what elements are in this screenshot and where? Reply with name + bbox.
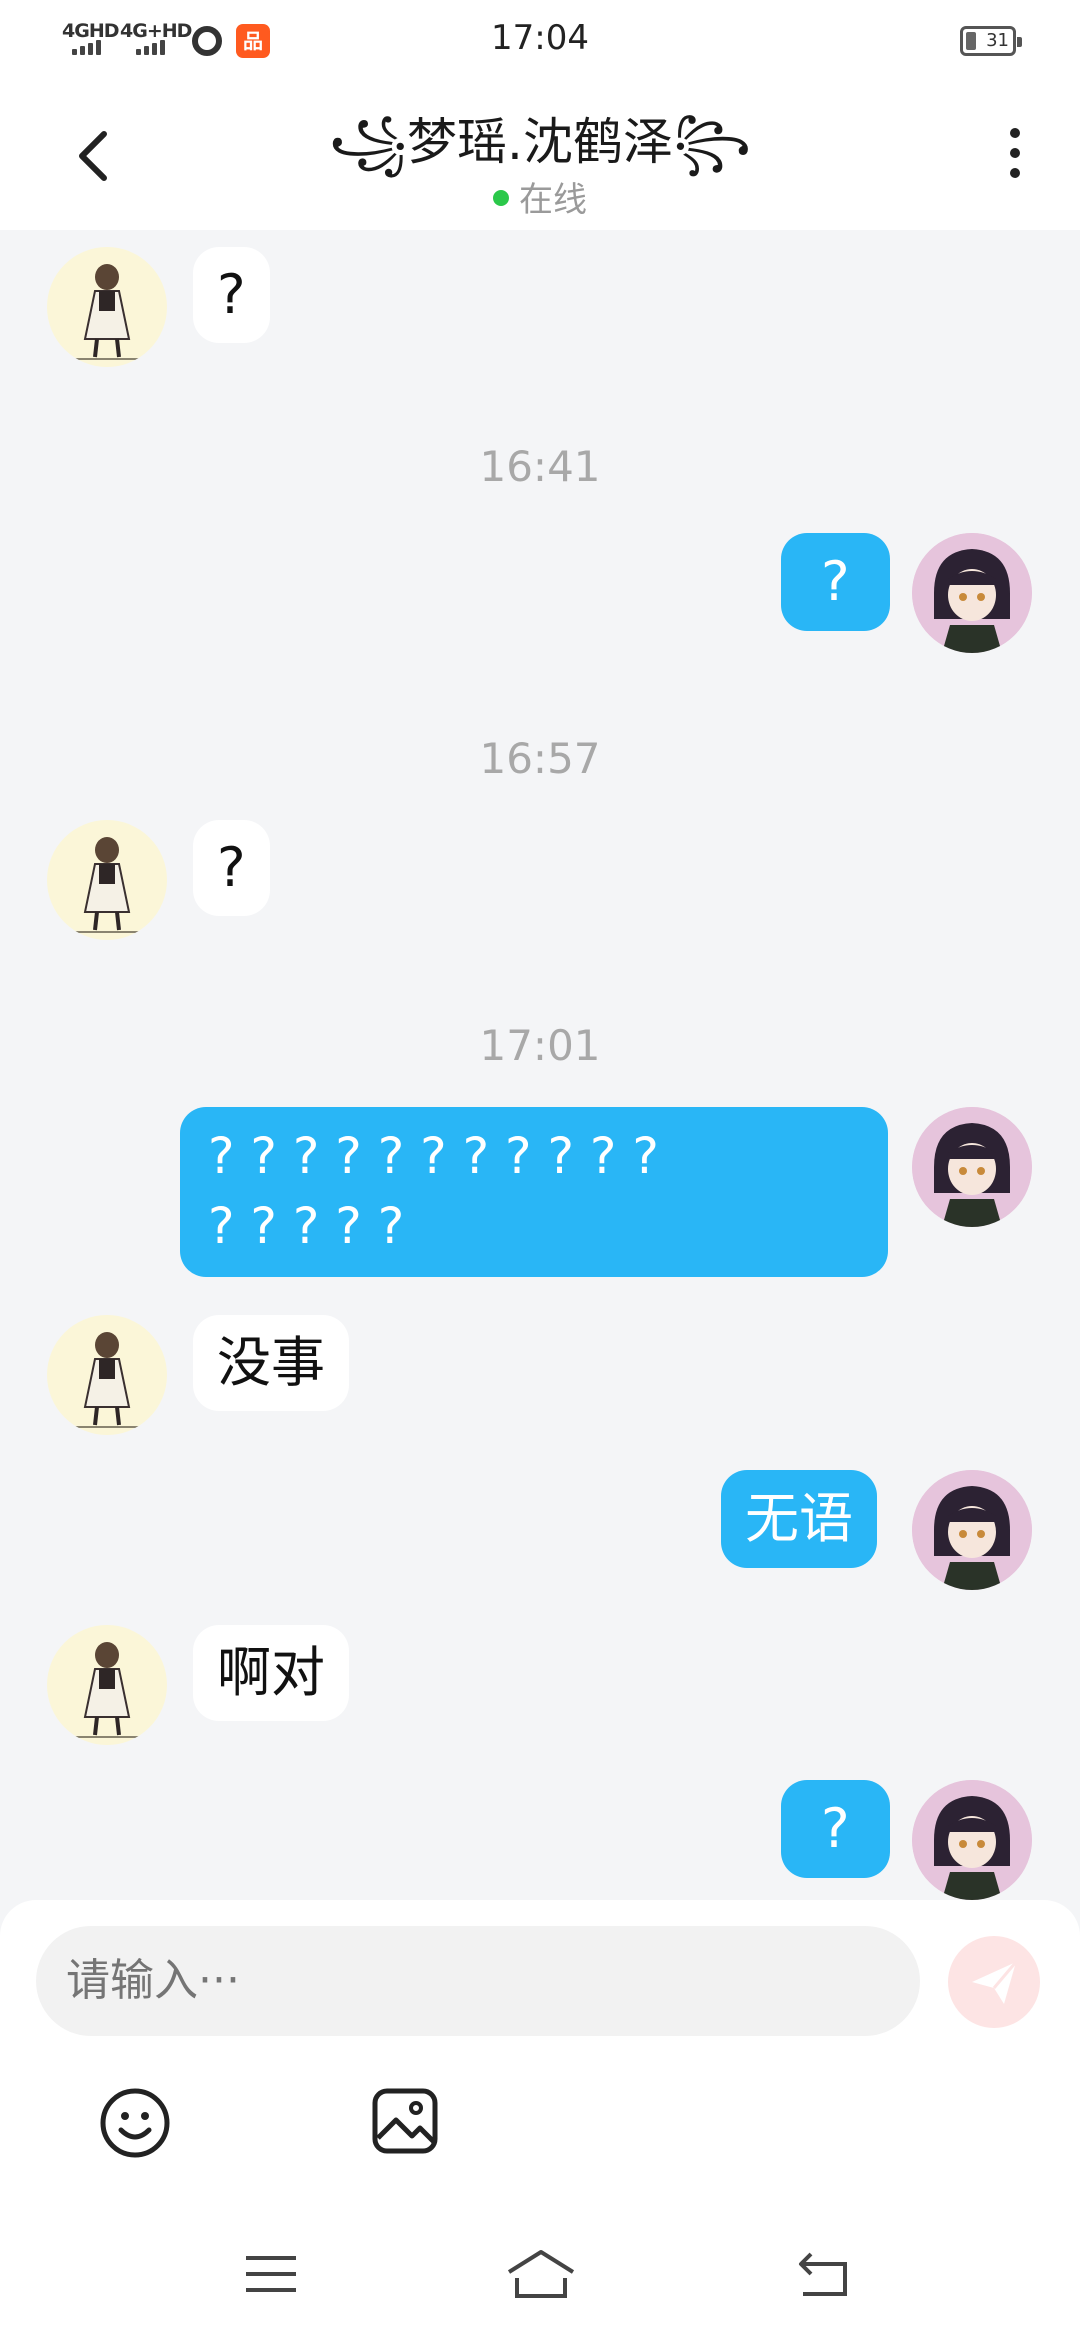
emoji-button[interactable] — [98, 2086, 172, 2160]
nav-back-button[interactable] — [795, 2250, 851, 2298]
image-button[interactable] — [370, 2086, 440, 2156]
online-status-label: 在线 — [519, 180, 587, 220]
nav-home-button[interactable] — [505, 2248, 577, 2300]
more-vertical-icon — [1000, 128, 1030, 178]
maid-girl-avatar-icon — [67, 1332, 147, 1428]
received-message-bubble[interactable]: 啊对 — [193, 1625, 349, 1721]
my-avatar[interactable] — [912, 533, 1032, 653]
sent-message-bubble[interactable]: ? — [781, 1780, 890, 1878]
online-dot-icon — [493, 189, 509, 206]
received-message-bubble[interactable]: ? — [193, 820, 270, 916]
received-message-bubble[interactable]: 没事 — [193, 1315, 349, 1411]
message-input[interactable] — [36, 1926, 920, 2036]
my-avatar[interactable] — [912, 1107, 1032, 1227]
system-nav-bar — [0, 2220, 1080, 2340]
contact-avatar[interactable] — [47, 1315, 167, 1435]
maid-girl-avatar-icon — [67, 264, 147, 360]
status-bar: 4GHD 4G+HD 品 17:04 31 — [0, 0, 1080, 80]
anime-girl-avatar-icon — [912, 1470, 1032, 1590]
message-list[interactable]: ? 16:41 ? 16:57 ? 17:01 ? ? ? ? ? ? ? ? … — [0, 230, 1080, 1900]
home-icon — [507, 2250, 575, 2298]
my-avatar[interactable] — [912, 1780, 1032, 1900]
anime-girl-avatar-icon — [912, 1107, 1032, 1227]
message-timestamp: 17:01 — [479, 1021, 601, 1070]
paper-plane-icon — [972, 1961, 1018, 2004]
online-status: 在线 — [0, 172, 1080, 221]
maid-girl-avatar-icon — [67, 837, 147, 933]
smiley-icon — [100, 2088, 170, 2158]
contact-avatar[interactable] — [47, 820, 167, 940]
my-avatar[interactable] — [912, 1470, 1032, 1590]
message-timestamp: 16:57 — [479, 734, 601, 783]
status-time: 17:04 — [491, 18, 589, 58]
sent-message-bubble[interactable]: ? — [781, 533, 890, 631]
menu-icon — [246, 2256, 296, 2292]
composer — [0, 1900, 1080, 2340]
contact-avatar[interactable] — [47, 247, 167, 367]
maid-girl-avatar-icon — [67, 1642, 147, 1738]
sent-message-bubble[interactable]: ? ? ? ? ? ? ? ? ? ? ? ? ? ? ? ? — [180, 1107, 888, 1277]
more-options-button[interactable] — [1000, 128, 1030, 188]
contact-avatar[interactable] — [47, 1625, 167, 1745]
send-button[interactable] — [948, 1936, 1040, 2028]
message-timestamp: 16:41 — [479, 442, 601, 491]
chat-header: ꧁梦瑶.沈鹤泽꧂ 在线 — [0, 80, 1080, 230]
anime-girl-avatar-icon — [912, 1780, 1032, 1900]
received-message-bubble[interactable]: ? — [193, 247, 270, 343]
nav-menu-button[interactable] — [244, 2252, 298, 2296]
anime-girl-avatar-icon — [912, 533, 1032, 653]
sent-message-bubble[interactable]: 无语 — [721, 1470, 877, 1568]
battery-icon: 31 — [960, 26, 1022, 56]
back-icon — [799, 2252, 847, 2296]
image-icon — [372, 2088, 438, 2154]
